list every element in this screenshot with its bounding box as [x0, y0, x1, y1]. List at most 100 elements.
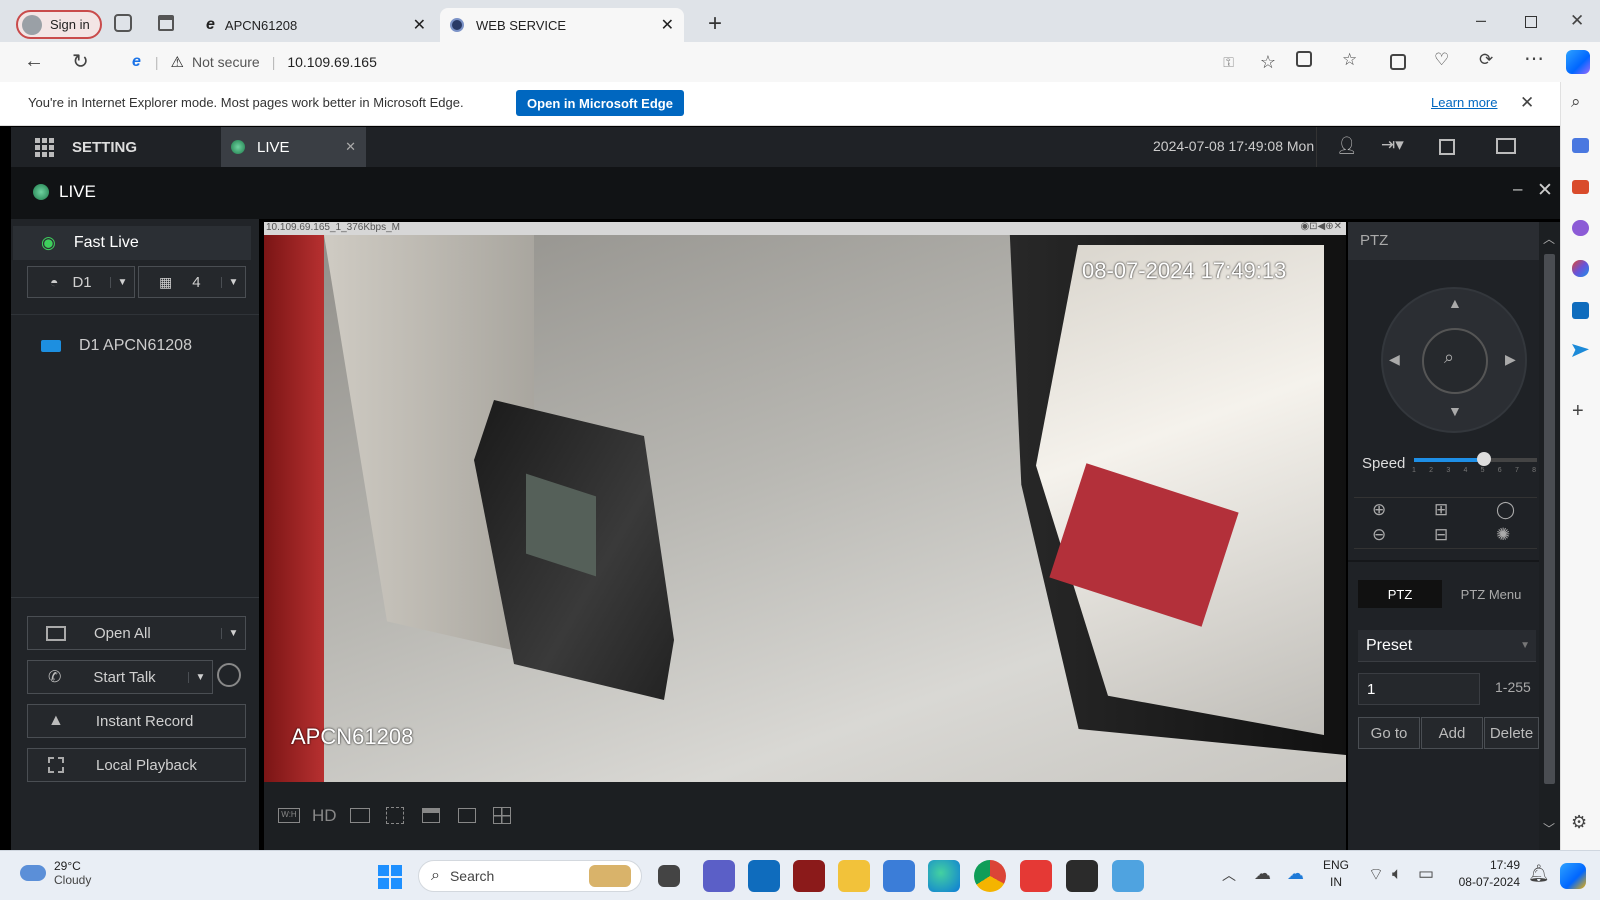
- tab-actions-icon[interactable]: [158, 15, 174, 31]
- search-icon[interactable]: ⌕: [1571, 92, 1581, 112]
- arrow-right-icon[interactable]: ▶: [1505, 351, 1516, 368]
- learn-more-link[interactable]: Learn more: [1431, 95, 1497, 110]
- more-menu-icon[interactable]: ⋯: [1524, 46, 1544, 71]
- warning-icon[interactable]: ⚠: [171, 53, 184, 71]
- preset-number-input[interactable]: 1: [1358, 673, 1480, 705]
- scroll-down-icon[interactable]: ﹀: [1543, 820, 1555, 837]
- arrow-down-icon[interactable]: ▼: [1448, 403, 1462, 419]
- minimize-panel-icon[interactable]: –: [1513, 179, 1522, 199]
- aspect-ratio-icon[interactable]: W:H: [278, 808, 300, 823]
- iris-open-icon[interactable]: ◯: [1496, 500, 1515, 520]
- edge-icon[interactable]: [928, 860, 960, 892]
- arrow-left-icon[interactable]: ◀: [1389, 351, 1400, 368]
- tab-apcn61208[interactable]: e APCN61208 ✕: [196, 8, 436, 42]
- setting-menu-button[interactable]: SETTING: [35, 127, 137, 167]
- chevron-down-icon[interactable]: ▼: [221, 276, 245, 288]
- notification-bell-icon[interactable]: 🔔︎: [1528, 864, 1550, 884]
- local-playback-button[interactable]: Local Playback: [27, 748, 246, 782]
- sidebar-outlook-icon[interactable]: [1572, 302, 1589, 319]
- copilot-taskbar-icon[interactable]: [1560, 863, 1586, 889]
- single-view-icon[interactable]: [458, 808, 476, 823]
- maximize-icon[interactable]: [1525, 16, 1537, 28]
- chrome-icon[interactable]: [974, 860, 1006, 892]
- url-text[interactable]: 10.109.69.165: [287, 54, 377, 70]
- minimize-icon[interactable]: –: [1476, 10, 1486, 31]
- add-preset-button[interactable]: Add: [1421, 717, 1483, 749]
- chevron-down-icon[interactable]: ▼: [110, 276, 134, 288]
- terminal-icon[interactable]: [1066, 860, 1098, 892]
- scroll-up-icon[interactable]: ︿: [1543, 230, 1555, 247]
- collections-icon[interactable]: [1390, 54, 1406, 70]
- language-indicator[interactable]: ENG IN: [1323, 857, 1349, 891]
- sidebar-games-icon[interactable]: [1572, 220, 1589, 236]
- split-screen-icon[interactable]: [1296, 51, 1312, 67]
- fullscreen-icon[interactable]: [1496, 138, 1516, 154]
- wifi-icon[interactable]: ⌔: [1368, 864, 1384, 885]
- close-panel-icon[interactable]: ✕: [1537, 179, 1553, 202]
- copilot-icon[interactable]: [1566, 50, 1590, 74]
- browser-essentials-icon[interactable]: ♡: [1434, 50, 1449, 70]
- sidebar-add-icon[interactable]: +: [1572, 400, 1584, 423]
- ptz-tab[interactable]: PTZ: [1358, 580, 1442, 608]
- scrollbar-thumb[interactable]: [1544, 254, 1555, 784]
- refresh-icon[interactable]: ↻: [72, 49, 89, 74]
- onedrive-icon[interactable]: ☁: [1254, 864, 1271, 884]
- tab-live[interactable]: LIVE ✕: [221, 127, 366, 167]
- workspaces-icon[interactable]: [114, 14, 132, 32]
- sidebar-send-icon[interactable]: [1572, 344, 1589, 357]
- focus-near-icon[interactable]: ⊞: [1434, 500, 1448, 520]
- user-icon[interactable]: 👤︎: [1336, 136, 1358, 156]
- favorite-star-icon[interactable]: ☆: [1260, 52, 1276, 73]
- delete-preset-button[interactable]: Delete: [1484, 717, 1539, 749]
- preset-select[interactable]: Preset ▼: [1358, 630, 1536, 662]
- ptz-menu-tab[interactable]: PTZ Menu: [1446, 580, 1536, 608]
- taskbar-search-box[interactable]: ⌕ Search: [418, 860, 642, 892]
- sidebar-tag-icon[interactable]: [1572, 138, 1589, 153]
- open-in-edge-button[interactable]: Open in Microsoft Edge: [516, 90, 684, 116]
- split-1x2-icon[interactable]: [422, 808, 440, 823]
- back-icon[interactable]: ←: [24, 50, 44, 73]
- fast-live-button[interactable]: ◉ Fast Live: [13, 226, 251, 260]
- weather-widget[interactable]: 29°C Cloudy: [20, 859, 91, 887]
- battery-icon[interactable]: ▭: [1418, 864, 1434, 884]
- speed-slider-thumb[interactable]: [1477, 452, 1492, 466]
- open-all-button[interactable]: Open All ▼: [27, 616, 246, 650]
- outlook-icon[interactable]: [748, 860, 780, 892]
- device-select[interactable]: ◓ D1 ▼: [27, 266, 135, 298]
- zoom-in-icon[interactable]: ⊕: [1372, 500, 1386, 520]
- arrow-up-icon[interactable]: ▲: [1448, 295, 1462, 311]
- iris-close-icon[interactable]: ✺: [1496, 525, 1510, 545]
- close-tab-icon[interactable]: ✕: [661, 15, 674, 35]
- ptz-direction-pad[interactable]: ⌕ ▲ ▼ ◀ ▶: [1381, 287, 1527, 433]
- favorites-icon[interactable]: ☆: [1342, 50, 1357, 70]
- security-label[interactable]: Not secure: [192, 54, 260, 70]
- layout-icon[interactable]: [1439, 139, 1455, 155]
- chevron-down-icon[interactable]: ▼: [188, 671, 212, 683]
- close-live-tab-icon[interactable]: ✕: [345, 139, 356, 155]
- speed-slider[interactable]: [1414, 452, 1537, 466]
- video-window[interactable]: 10.109.69.165_1_376Kbps_M ◉⊡◀⊕✕ 08-07-20…: [264, 222, 1346, 782]
- zoom-out-icon[interactable]: ⊖: [1372, 525, 1386, 545]
- ie-reload-icon[interactable]: ⟳: [1479, 50, 1493, 70]
- teams-icon[interactable]: [703, 860, 735, 892]
- video-window-controls-icon[interactable]: ◉⊡◀⊕✕: [1300, 222, 1342, 232]
- volume-icon[interactable]: 🔈︎: [1392, 864, 1402, 884]
- start-button-icon[interactable]: [378, 865, 402, 889]
- split-select[interactable]: ▦ 4 ▼: [138, 266, 246, 298]
- instant-record-button[interactable]: ▲ Instant Record: [27, 704, 246, 738]
- app-monitor-icon[interactable]: [1112, 860, 1144, 892]
- goto-button[interactable]: Go to: [1358, 717, 1420, 749]
- sidebar-m365-icon[interactable]: [1572, 260, 1589, 277]
- key-icon[interactable]: ⚿: [1223, 54, 1234, 71]
- task-view-icon[interactable]: [658, 865, 680, 887]
- close-tab-icon[interactable]: ✕: [413, 15, 426, 35]
- app-window-icon[interactable]: [883, 860, 915, 892]
- new-tab-icon[interactable]: +: [708, 10, 722, 38]
- tray-chevron-up-icon[interactable]: ︿: [1222, 865, 1236, 885]
- logout-icon[interactable]: ⇥▾: [1381, 135, 1404, 155]
- file-explorer-icon[interactable]: [838, 860, 870, 892]
- snapshot-icon[interactable]: [386, 807, 404, 824]
- network-drive-icon[interactable]: ☁: [1287, 864, 1304, 884]
- clock[interactable]: 17:49 08-07-2024: [1458, 857, 1520, 891]
- start-talk-button[interactable]: ✆ Start Talk ▼: [27, 660, 213, 694]
